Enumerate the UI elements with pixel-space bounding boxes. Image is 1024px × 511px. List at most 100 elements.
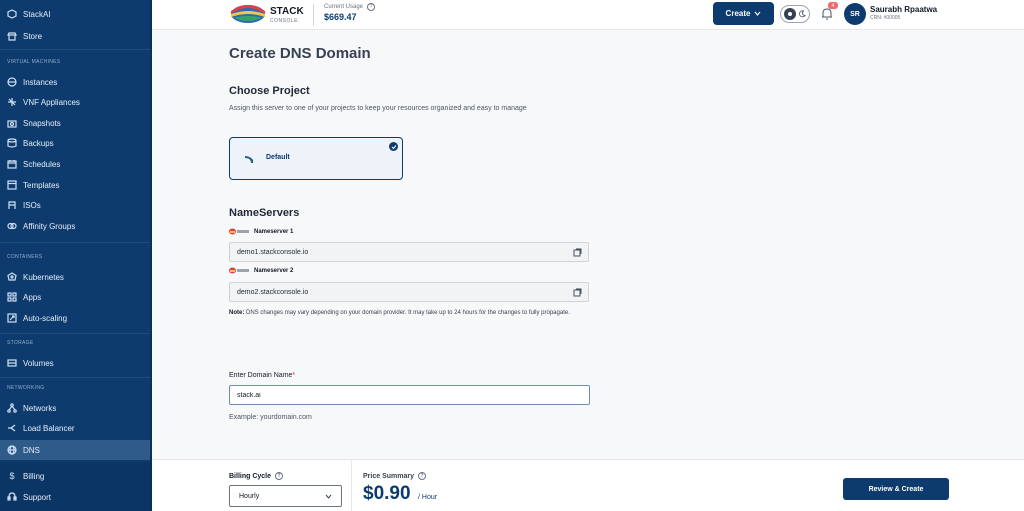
sidebar-item-support[interactable]: Support <box>0 487 150 507</box>
user-name: Saurabh Rpaatwa <box>870 5 938 14</box>
network-icon <box>7 403 17 413</box>
top-header: STACK CONSOLE Current Usage ? $669.47 Cr… <box>152 0 1024 30</box>
sidebar-item-vnf-appliances[interactable]: VNF Appliances <box>0 92 150 112</box>
sidebar-divider <box>0 242 150 243</box>
footer-divider <box>351 460 352 511</box>
sidebar-item-label: Backups <box>23 138 54 148</box>
nameserver-2-value: demo2.stackconsole.io <box>237 288 309 296</box>
dns-propagation-note: Note: DNS changes may vary depending on … <box>229 308 589 318</box>
price-unit: / Hour <box>418 494 438 501</box>
sidebar-item-label: Affinity Groups <box>23 221 76 231</box>
project-card-default[interactable]: Default <box>229 137 403 180</box>
snapshot-icon <box>7 118 17 128</box>
sidebar-item-billing[interactable]: $ Billing <box>0 466 150 486</box>
nameserver-1-field[interactable]: demo1.stackconsole.io <box>229 242 589 262</box>
sidebar-item-kubernetes[interactable]: Kubernetes <box>0 267 150 287</box>
domain-name-input[interactable] <box>229 385 590 405</box>
logo-subtext: CONSOLE <box>270 18 298 24</box>
sidebar-divider <box>0 377 150 378</box>
nameserver-1-label-text: Nameserver 1 <box>254 228 294 235</box>
page-title: Create DNS Domain <box>229 45 371 62</box>
choose-project-heading: Choose Project <box>229 85 310 97</box>
iso-icon <box>7 200 17 210</box>
copy-icon[interactable] <box>573 248 582 257</box>
apps-icon <box>7 292 17 302</box>
sidebar-item-load-balancer[interactable]: Load Balancer <box>0 418 150 438</box>
chevron-down-icon <box>325 494 332 499</box>
sidebar-item-affinity-groups[interactable]: Affinity Groups <box>0 216 150 236</box>
sidebar-item-instances[interactable]: Instances <box>0 72 150 92</box>
sidebar-item-volumes[interactable]: Volumes <box>0 353 150 373</box>
nameserver-2-label-text: Nameserver 2 <box>254 267 294 274</box>
create-button[interactable]: Create <box>713 2 774 25</box>
moon-icon <box>799 10 806 18</box>
sidebar-item-snapshots[interactable]: Snapshots <box>0 113 150 133</box>
sidebar-item-label: Instances <box>23 77 58 87</box>
project-label: Default <box>266 154 290 161</box>
choose-project-description: Assign this server to one of your projec… <box>229 105 527 112</box>
sidebar-item-store[interactable]: Store <box>0 26 150 46</box>
sidebar-item-label: Volumes <box>23 358 54 368</box>
billing-cycle-value: Hourly <box>239 492 260 500</box>
sidebar-item-label: Templates <box>23 180 60 190</box>
calendar-icon <box>7 159 17 169</box>
copy-icon[interactable] <box>573 288 582 297</box>
sidebar-item-label: ISOs <box>23 200 41 210</box>
bell-icon[interactable] <box>820 7 834 21</box>
sidebar: StackAI Store VIRTUAL MACHINES Instances… <box>0 0 152 511</box>
sidebar-item-auto-scaling[interactable]: Auto-scaling <box>0 308 150 328</box>
sidebar-item-apps[interactable]: Apps <box>0 287 150 307</box>
billing-cycle-label-text: Billing Cycle <box>229 472 272 480</box>
current-usage-label: Current Usage ? <box>324 3 376 11</box>
template-icon <box>7 180 17 190</box>
nameserver-1-value: demo1.stackconsole.io <box>237 248 309 256</box>
globe-icon <box>7 445 17 455</box>
instances-icon <box>7 77 17 87</box>
create-button-label: Create <box>725 9 751 18</box>
sidebar-item-dns[interactable]: DNS <box>0 440 150 460</box>
sidebar-brand[interactable]: StackAI <box>0 4 150 24</box>
sidebar-item-label: Load Balancer <box>23 423 75 433</box>
stack-console-logo-icon <box>231 5 265 23</box>
footer-bar: Billing Cycle ? Hourly Price Summary ? $… <box>152 459 1024 511</box>
brand-icon <box>7 9 17 19</box>
dollar-icon: $ <box>9 471 15 481</box>
sidebar-item-label: Auto-scaling <box>23 313 68 323</box>
backup-icon <box>7 138 17 148</box>
help-icon[interactable]: ? <box>367 3 376 11</box>
billing-cycle-select[interactable]: Hourly <box>229 485 342 507</box>
autoscaling-icon <box>7 313 17 323</box>
stack-mini-logo-icon <box>229 267 249 274</box>
current-usage-value: $669.47 <box>324 12 357 22</box>
sidebar-item-backups[interactable]: Backups <box>0 133 150 153</box>
store-icon <box>7 31 17 41</box>
sidebar-item-networks[interactable]: Networks <box>0 398 150 418</box>
vnf-icon <box>7 97 17 107</box>
nameserver-2-field[interactable]: demo2.stackconsole.io <box>229 282 589 302</box>
volume-icon <box>7 358 17 368</box>
load-balancer-icon <box>7 423 17 433</box>
theme-toggle[interactable] <box>780 5 810 23</box>
nameserver-2-label: Nameserver 2 <box>229 267 293 274</box>
nameserver-1-label: Nameserver 1 <box>229 228 293 235</box>
required-marker: * <box>292 372 296 379</box>
help-icon[interactable]: ? <box>275 472 284 480</box>
domain-name-label: Enter Domain Name* <box>229 372 295 379</box>
affinity-icon <box>7 221 17 231</box>
sidebar-item-templates[interactable]: Templates <box>0 175 150 195</box>
sidebar-item-label: Billing <box>23 471 45 481</box>
usage-label-text: Current Usage <box>324 4 364 10</box>
headset-icon <box>7 492 17 502</box>
sidebar-item-isos[interactable]: ISOs <box>0 195 150 215</box>
sidebar-item-label: Apps <box>23 292 42 302</box>
help-icon[interactable]: ? <box>417 472 426 480</box>
sidebar-item-label: Snapshots <box>23 118 61 128</box>
sidebar-item-schedules[interactable]: Schedules <box>0 154 150 174</box>
kubernetes-icon <box>7 272 17 282</box>
project-icon <box>245 156 253 163</box>
nameservers-heading: NameServers <box>229 207 300 219</box>
sidebar-item-label: VNF Appliances <box>23 97 80 107</box>
review-and-create-button[interactable]: Review & Create <box>843 478 949 500</box>
avatar[interactable]: SR <box>844 3 866 25</box>
domain-example-hint: Example: yourdomain.com <box>229 414 312 421</box>
